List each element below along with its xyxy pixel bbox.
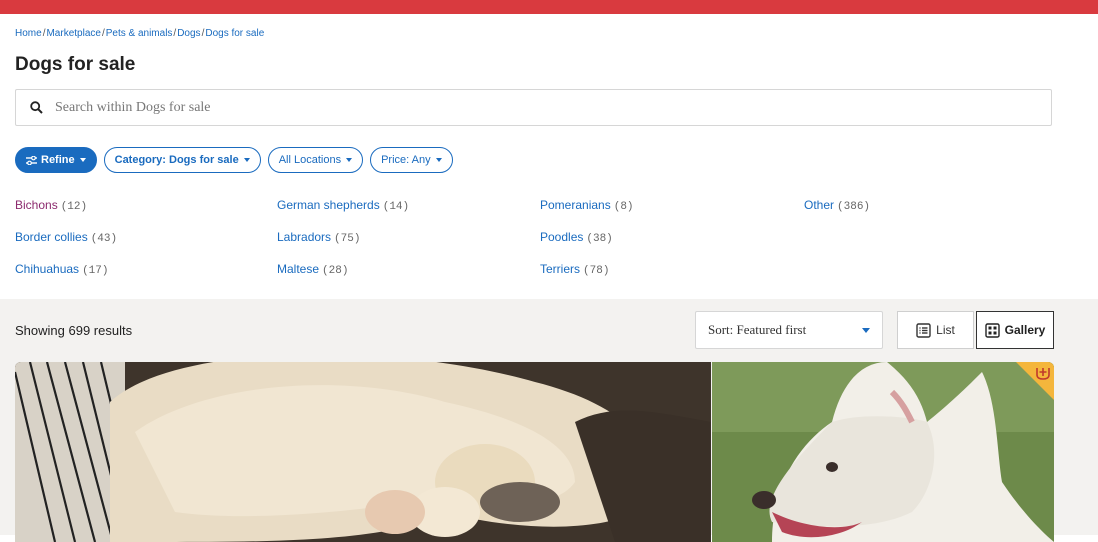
category-filter[interactable]: Category: Dogs for sale [103, 147, 261, 173]
breed-name: Labradors [277, 230, 332, 244]
breadcrumb-current[interactable]: Dogs for sale [205, 28, 264, 39]
breed-name: Terriers [540, 262, 581, 276]
chevron-down-icon [862, 327, 870, 333]
category-filter-label: Category: Dogs for sale [114, 154, 239, 166]
breed-name: Chihuahuas [15, 262, 80, 276]
breed-link-maltese[interactable]: Maltese (28) [277, 262, 348, 277]
breed-link-terriers[interactable]: Terriers (78) [540, 262, 609, 277]
breed-link-german-shepherds[interactable]: German shepherds (14) [277, 198, 409, 213]
search-input[interactable] [53, 98, 957, 117]
breed-count: (43) [90, 233, 118, 245]
breed-count: (78) [583, 265, 610, 277]
results-count: Showing 699 results [15, 323, 133, 338]
top-brand-bar [0, 0, 1098, 14]
listing-photo-white-shepherd [712, 362, 1054, 542]
breed-count: (28) [322, 265, 349, 277]
sort-select[interactable]: Sort: Featured first [695, 311, 883, 349]
breed-count: (386) [837, 201, 871, 213]
breadcrumb-dogs[interactable]: Dogs [177, 28, 200, 39]
breed-link-other[interactable]: Other (386) [804, 198, 870, 213]
breed-link-labradors[interactable]: Labradors (75) [277, 230, 360, 245]
price-filter-label: Price: Any [381, 154, 431, 166]
chevron-down-icon [79, 158, 86, 162]
chevron-down-icon [435, 158, 442, 162]
breed-link-border-collies[interactable]: Border collies (43) [15, 230, 117, 245]
chevron-down-icon [346, 158, 353, 162]
featured-badge-icon [1036, 368, 1050, 380]
search-icon [30, 101, 43, 114]
gallery-view-icon [984, 322, 1000, 338]
location-filter-label: All Locations [278, 154, 342, 166]
breed-link-poodles[interactable]: Poodles (38) [540, 230, 613, 245]
breed-name: German shepherds [277, 198, 380, 212]
breed-name: Bichons [15, 198, 58, 212]
listing-card-image-2[interactable] [712, 362, 1054, 542]
price-filter[interactable]: Price: Any [370, 147, 453, 173]
sort-select-label: Sort: Featured first [708, 322, 807, 337]
page-title: Dogs for sale [15, 54, 136, 75]
breed-name: Border collies [15, 230, 88, 244]
breed-name: Maltese [277, 262, 320, 276]
sliders-icon [26, 155, 37, 165]
breed-count: (75) [334, 233, 361, 245]
listing-photo-dog-with-puppies [15, 362, 711, 542]
refine-button[interactable]: Refine [15, 147, 97, 173]
list-view-button[interactable]: List [897, 311, 974, 349]
breadcrumb-marketplace[interactable]: Marketplace [46, 28, 100, 39]
breed-name: Poodles [540, 230, 584, 244]
breed-count: (12) [60, 201, 88, 213]
filter-bar: Refine Category: Dogs for sale All Locat… [15, 147, 453, 173]
breed-count: (14) [382, 201, 410, 213]
list-view-label: List [936, 323, 955, 337]
breed-count: (8) [613, 201, 634, 213]
breed-name: Pomeranians [540, 198, 611, 212]
breed-link-chihuahuas[interactable]: Chihuahuas (17) [15, 262, 108, 277]
search-box[interactable] [15, 89, 1052, 126]
breed-link-pomeranians[interactable]: Pomeranians (8) [540, 198, 634, 213]
refine-label: Refine [41, 154, 75, 166]
chevron-down-icon [243, 158, 250, 162]
location-filter[interactable]: All Locations [267, 147, 364, 173]
breadcrumb: Home/Marketplace/Pets & animals/Dogs/Dog… [15, 28, 264, 39]
breed-count: (38) [586, 233, 613, 245]
breed-name: Other [804, 198, 835, 212]
breed-link-bichons[interactable]: Bichons (12) [15, 198, 87, 213]
breed-count: (17) [82, 265, 109, 277]
results-panel: Showing 699 results Sort: Featured first… [0, 299, 1098, 542]
breadcrumb-home[interactable]: Home [15, 28, 42, 39]
listing-card-image-1[interactable] [15, 362, 711, 542]
gallery-view-label: Gallery [1004, 323, 1046, 337]
gallery-view-button[interactable]: Gallery [976, 311, 1054, 349]
breadcrumb-pets[interactable]: Pets & animals [106, 28, 173, 39]
list-view-icon [916, 322, 931, 338]
